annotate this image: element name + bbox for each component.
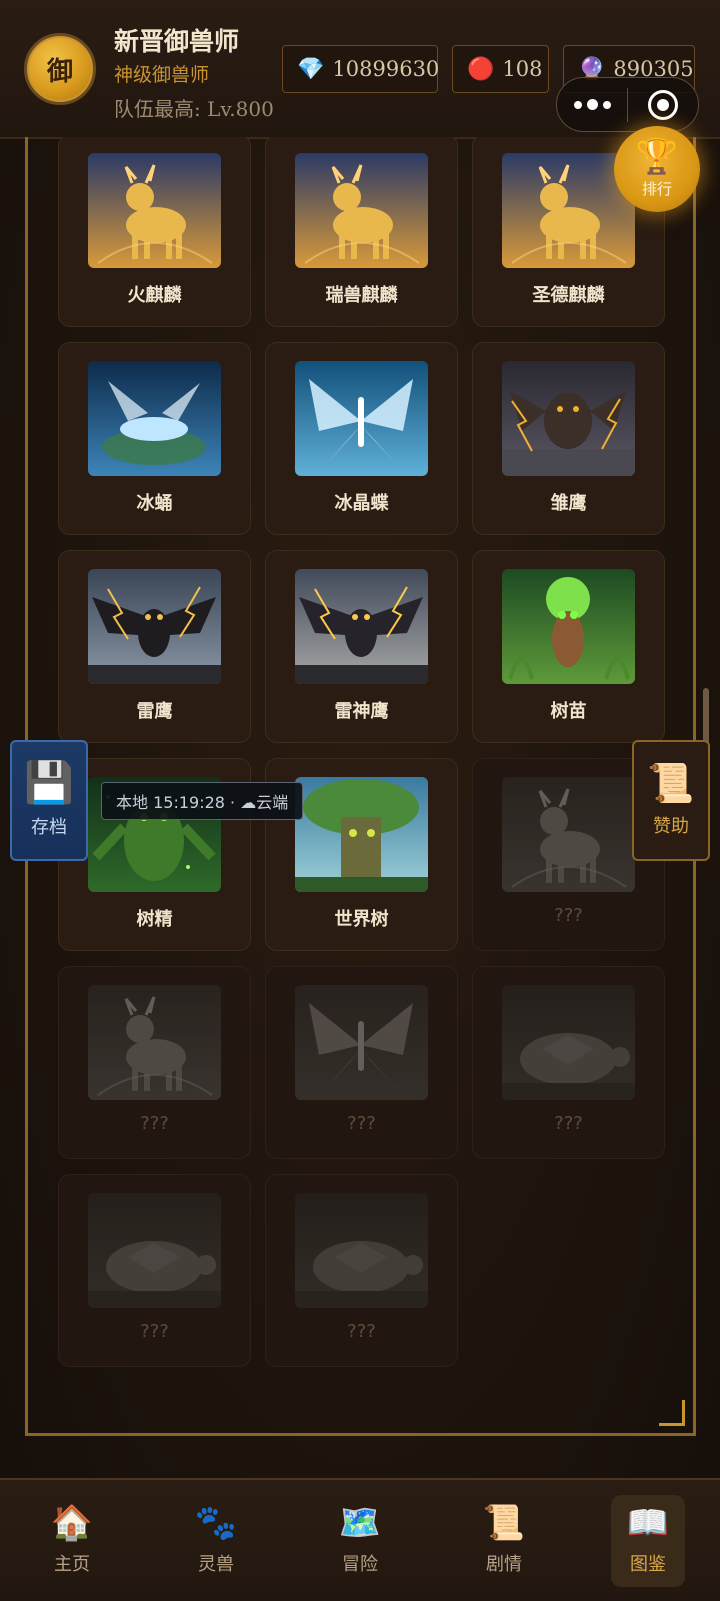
nav-home[interactable]: 🏠 主页 [0, 1480, 144, 1601]
currency-red-orb[interactable]: 🔴 108 [452, 45, 549, 93]
beast-card[interactable]: 瑞兽麒麟 [265, 137, 458, 327]
rank-button[interactable]: 🏆 排行 [614, 126, 700, 212]
sponsor-button[interactable]: 📜 赞助 [632, 740, 710, 861]
nav-beasts[interactable]: 🐾 灵兽 [144, 1480, 288, 1601]
beast-name: 雏鹰 [550, 493, 587, 514]
beast-card[interactable]: 雷鹰 [58, 550, 251, 743]
beast-name: 火麒麟 [127, 285, 182, 306]
close-miniprogram-icon[interactable] [628, 78, 698, 131]
beast-portrait [88, 153, 221, 268]
beast-name: 瑞兽麒麟 [325, 285, 398, 306]
nav-label: 图鉴 [630, 1553, 666, 1575]
nav-label: 灵兽 [198, 1553, 234, 1575]
nav-label: 主页 [54, 1553, 90, 1575]
miniprogram-capsule [556, 77, 699, 132]
beast-name: ??? [554, 1113, 583, 1134]
beast-name: ??? [554, 905, 583, 926]
beast-portrait [502, 569, 635, 684]
nav-label: 冒险 [342, 1553, 378, 1575]
player-name: 新晋御兽师 [114, 27, 240, 56]
beast-card-locked[interactable]: ??? [265, 966, 458, 1159]
bestiary-page: 御 新晋御兽师 神级御兽师 队伍最高: Lv.800 💎 10899630 🔴 … [0, 0, 720, 1601]
beast-name: ??? [140, 1321, 169, 1342]
beast-card[interactable]: 雷神鹰 [265, 550, 458, 743]
currency-diamond[interactable]: 💎 10899630 [282, 45, 440, 93]
nav-bestiary[interactable]: 📖 图鉴 [576, 1480, 720, 1601]
scroll-icon: 📜 [647, 760, 695, 805]
beast-card-locked[interactable]: ??? [472, 966, 665, 1159]
beast-name: 雷神鹰 [334, 701, 389, 722]
red-orb-icon: 🔴 [467, 56, 495, 82]
beast-card[interactable]: 树苗 [472, 550, 665, 743]
beast-name: 冰蛹 [136, 493, 173, 514]
beast-name: 雷鹰 [136, 701, 173, 722]
beast-portrait [88, 361, 221, 476]
frame-corner-ornament [659, 1400, 685, 1426]
beast-portrait [295, 1193, 428, 1308]
rank-label: 排行 [641, 179, 672, 198]
beast-name: 树苗 [550, 701, 587, 722]
beast-portrait [502, 777, 635, 892]
currency-value: 10899630 [332, 57, 440, 81]
beast-portrait [88, 569, 221, 684]
beast-portrait [295, 153, 428, 268]
nav-label: 剧情 [486, 1553, 522, 1575]
beast-card[interactable]: 冰蛹 [58, 342, 251, 535]
more-options-icon[interactable] [557, 78, 627, 131]
bottom-nav: 🏠 主页 🐾 灵兽 🗺️ 冒险 📜 剧情 📖 图鉴 [0, 1478, 720, 1601]
save-label: 存档 [31, 816, 67, 838]
beast-name: ??? [347, 1113, 376, 1134]
beast-portrait [295, 569, 428, 684]
diamond-icon: 💎 [297, 56, 325, 82]
team-level: 队伍最高: Lv.800 [114, 97, 274, 121]
beast-card-locked[interactable]: ??? [58, 1174, 251, 1367]
book-icon: 📖 [626, 1502, 670, 1543]
paw-icon: 🐾 [194, 1502, 238, 1543]
beast-card[interactable]: 火麒麟 [58, 137, 251, 327]
beast-portrait [295, 777, 428, 892]
sponsor-label: 赞助 [653, 815, 689, 837]
beast-card[interactable]: 雏鹰 [472, 342, 665, 535]
save-button[interactable]: 💾 存档 [10, 740, 88, 861]
nav-active-highlight: 📖 图鉴 [611, 1494, 685, 1587]
beast-name: 冰晶蝶 [334, 493, 389, 514]
beast-portrait [295, 985, 428, 1100]
beast-card-locked[interactable]: ??? [265, 1174, 458, 1367]
nav-story[interactable]: 📜 剧情 [432, 1480, 576, 1601]
beast-name: 世界树 [334, 909, 389, 930]
beast-portrait [88, 1193, 221, 1308]
home-icon: 🏠 [50, 1502, 94, 1543]
beast-name: ??? [347, 1321, 376, 1342]
beast-portrait [502, 985, 635, 1100]
beast-portrait [88, 985, 221, 1100]
map-icon: 🗺️ [338, 1502, 382, 1543]
beast-name: 树精 [136, 909, 173, 930]
save-status-tooltip: 本地 15:19:28 · ☁云端 [101, 782, 304, 820]
trophy-icon: 🏆 [635, 136, 679, 177]
currency-value: 108 [502, 57, 543, 81]
avatar[interactable]: 御 [24, 33, 96, 105]
beast-card-locked[interactable]: ??? [58, 966, 251, 1159]
scroll-icon: 📜 [482, 1502, 526, 1543]
player-title: 神级御兽师 [114, 64, 210, 86]
beast-portrait [295, 361, 428, 476]
nav-adventure[interactable]: 🗺️ 冒险 [288, 1480, 432, 1601]
floppy-disk-icon: 💾 [24, 759, 74, 806]
beast-name: ??? [140, 1113, 169, 1134]
beast-portrait [502, 361, 635, 476]
beast-card[interactable]: 冰晶蝶 [265, 342, 458, 535]
beast-grid: 火麒麟 瑞兽麒麟 圣德麒麟 冰蛹 冰晶蝶 雏鹰 雷鹰 雷神鹰 树苗 树精 世界树… [58, 137, 665, 1367]
beast-name: 圣德麒麟 [532, 285, 605, 306]
